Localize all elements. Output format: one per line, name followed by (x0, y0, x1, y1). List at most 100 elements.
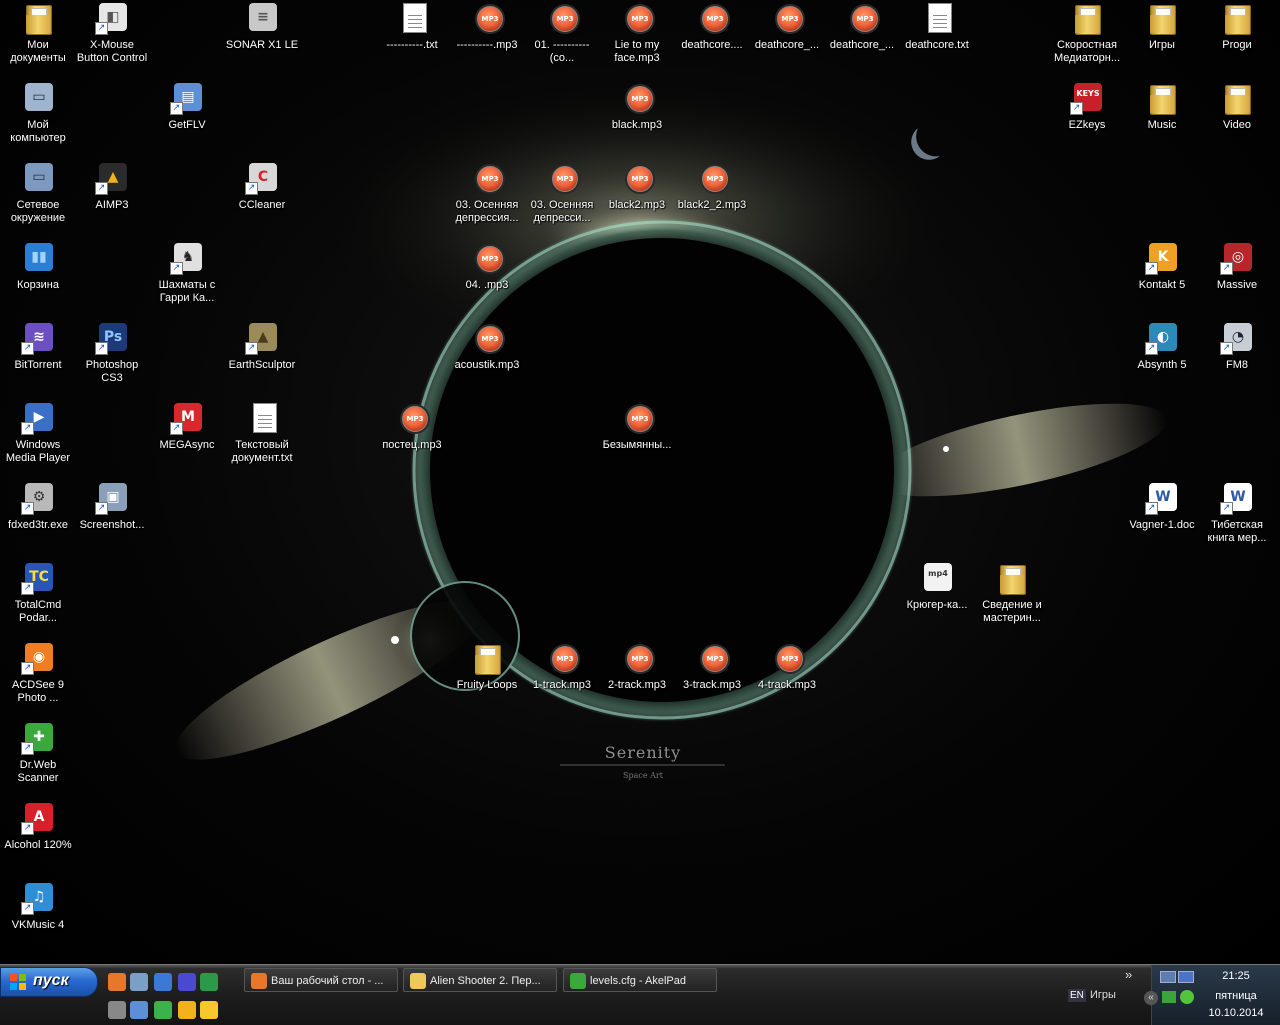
desktop-icon[interactable]: MP3 Lie to my face.mp3 (599, 0, 675, 72)
desktop-icon[interactable]: ▣ ↗ Screenshot... (74, 480, 150, 552)
desktop-icon-label: Photoshop CS3 (85, 359, 139, 384)
desktop-icon[interactable]: Video (1199, 80, 1275, 152)
desktop-icon[interactable]: ≡ SONAR X1 LE (224, 0, 300, 72)
desktop-icon[interactable]: MP3 4-track.mp3 (749, 640, 825, 712)
desktop-icon[interactable]: MP3 black2.mp3 (599, 160, 675, 232)
desktop-icon-label: Alcohol 120% (4, 839, 72, 851)
desktop-icon[interactable]: W ↗ Тибетская книга мер... (1199, 480, 1275, 552)
desktop-icon[interactable]: ◉ ↗ ACDSee 9 Photo ... (0, 640, 76, 712)
quick-launch-app-launcher-icon[interactable] (178, 973, 196, 991)
desktop-icon[interactable]: MP3 deathcore_... (824, 0, 900, 72)
windows-flag-icon (10, 974, 26, 990)
desktop-icon[interactable]: ▲ ↗ AIMP3 (74, 160, 150, 232)
desktop-icon[interactable]: MP3 deathcore.... (674, 0, 750, 72)
desktop-icon[interactable]: ◎ ↗ Massive (1199, 240, 1275, 312)
desktop-icon[interactable]: MP3 03. Осенняя депресси... (524, 160, 600, 232)
tray-antivirus-icon[interactable] (1180, 990, 1194, 1004)
desktop-icon[interactable]: ✚ ↗ Dr.Web Scanner (0, 720, 76, 792)
desktop-icon[interactable]: ♫ ↗ VKMusic 4 (0, 880, 76, 952)
quick-launch-network-tool-icon[interactable] (130, 973, 148, 991)
desktop-icon[interactable]: KEYS ↗ EZkeys (1049, 80, 1125, 152)
desktop-icon[interactable]: C ↗ CCleaner (224, 160, 300, 232)
quick-launch-switch-icon[interactable] (130, 1001, 148, 1019)
quick-launch-window-icon[interactable] (108, 1001, 126, 1019)
quick-launch-firefox-icon[interactable] (108, 973, 126, 991)
language-indicator[interactable]: EN (1068, 989, 1086, 1002)
desktop-icon-label: Absynth 5 (1137, 359, 1187, 371)
megasync-icon: M ↗ (170, 401, 204, 435)
desktop-icon[interactable]: MP3 black2_2.mp3 (674, 160, 750, 232)
desktop-icon[interactable]: MP3 04. .mp3 (449, 240, 525, 312)
desktop-icon[interactable]: Игры (1124, 0, 1200, 72)
clock-time[interactable]: 21:25 (1196, 970, 1276, 982)
desktop-icon[interactable]: ----------.txt (374, 0, 450, 72)
desktop-icon[interactable]: Progи (1199, 0, 1275, 72)
desktop-icon[interactable]: K ↗ Kontakt 5 (1124, 240, 1200, 312)
taskbar-task-button[interactable]: Alien Shooter 2. Пер... (403, 968, 557, 992)
taskbar-task-button[interactable]: Ваш рабочий стол - ... (244, 968, 398, 992)
desktop-icon[interactable]: Ps ↗ Photoshop CS3 (74, 320, 150, 392)
folder-icon (1220, 81, 1254, 115)
desktop-icon[interactable]: M ↗ MEGAsync (149, 400, 225, 472)
desktop-icon-label: 3-track.mp3 (682, 679, 742, 691)
system-tray: « 21:25 пятница 10.10.2014 (1144, 965, 1280, 1025)
tray-monitor-icon[interactable] (1178, 971, 1194, 983)
mp4-file-icon: mp4 (920, 561, 954, 595)
desktop-icon-label: Мои документы (10, 39, 66, 64)
desktop-icon[interactable]: Текстовый документ.txt (224, 400, 300, 472)
desktop-icon[interactable]: MP3 acoustik.mp3 (449, 320, 525, 392)
desktop-icon-label: ACDSee 9 Photo ... (12, 679, 64, 704)
desktop-icon[interactable]: ▶ ↗ Windows Media Player (0, 400, 76, 472)
desktop-icon[interactable]: MP3 3-track.mp3 (674, 640, 750, 712)
desktop-icon[interactable]: TC ↗ TotalCmd Podar... (0, 560, 76, 632)
desktop-icon[interactable]: MP3 постец.mp3 (374, 400, 450, 472)
desktop-icon[interactable]: Скоростная Медиаторн... (1049, 0, 1125, 72)
aimp-icon: ▲ ↗ (95, 161, 129, 195)
quick-launch-totalcmd-small-icon[interactable] (200, 973, 218, 991)
desktop-icon[interactable]: ▤ ↗ GetFLV (149, 80, 225, 152)
desktop-icon-label: deathcore_... (754, 39, 820, 51)
desktop-icon[interactable]: mp4 Крюгер-ка... (899, 560, 975, 632)
desktop-icon[interactable]: Fruity Loops (449, 640, 525, 712)
desktop-icon[interactable]: ◐ ↗ Absynth 5 (1124, 320, 1200, 392)
desktop-icon[interactable]: ▲ ↗ EarthSculptor (224, 320, 300, 392)
quick-launch-media-icon[interactable] (154, 1001, 172, 1019)
desktop-icon[interactable]: Music (1124, 80, 1200, 152)
desktop-icon[interactable]: MP3 1-track.mp3 (524, 640, 600, 712)
taskbar-task-button[interactable]: levels.cfg - AkelPad (563, 968, 717, 992)
tray-network-icon[interactable] (1160, 971, 1176, 983)
desktop-icon[interactable]: W ↗ Vagner-1.doc (1124, 480, 1200, 552)
desktop-icon[interactable]: MP3 ----------.mp3 (449, 0, 525, 72)
desktop-icon[interactable]: deathcore.txt (899, 0, 975, 72)
tray-safe-remove-icon[interactable] (1162, 991, 1176, 1003)
desktop-icon[interactable]: ◧ ↗ X-Mouse Button Control (74, 0, 150, 72)
desktop-icon[interactable]: ▭ Мой компьютер (0, 80, 76, 152)
desktop-icon[interactable]: MP3 deathcore_... (749, 0, 825, 72)
desktop-icon[interactable]: MP3 01. ----------(co... (524, 0, 600, 72)
desktop-icon[interactable]: Мои документы (0, 0, 76, 72)
tray-back-icon[interactable]: « (1144, 991, 1158, 1005)
desktop-icon[interactable]: ◔ ↗ FM8 (1199, 320, 1275, 392)
desktop-icon[interactable]: ♞ ↗ Шахматы с Гарри Ка... (149, 240, 225, 312)
desktop-icon[interactable]: Сведение и мастерин... (974, 560, 1050, 632)
toolbar-label[interactable]: Игры (1090, 989, 1116, 1001)
start-button[interactable]: пуск (0, 967, 98, 997)
desktop-icon-label: X-Mouse Button Control (76, 39, 148, 64)
desktop-icon[interactable]: ⚙ ↗ fdxed3tr.exe (0, 480, 76, 552)
mp3-file-icon: MP3 (470, 321, 505, 355)
desktop-icon[interactable]: ▮▮ Корзина (0, 240, 76, 312)
desktop-icon[interactable]: ▭ Сетевое окружение (0, 160, 76, 232)
taskbar-chevron[interactable]: » (1125, 967, 1132, 982)
desktop-icon[interactable]: MP3 03. Осенняя депрессия... (449, 160, 525, 232)
desktop-icon-label: GetFLV (168, 119, 206, 131)
desktop-icon[interactable]: ≋ ↗ BitTorrent (0, 320, 76, 392)
desktop-icon[interactable]: A ↗ Alcohol 120% (0, 800, 76, 872)
text-file-icon (245, 401, 279, 435)
quick-launch-aimp-small-icon[interactable] (178, 1001, 196, 1019)
quick-launch-fl-studio-icon[interactable] (200, 1001, 218, 1019)
quick-launch-show-desktop-icon[interactable] (154, 973, 172, 991)
desktop-icon[interactable]: MP3 Безымянны... (599, 400, 675, 472)
desktop-icon[interactable]: MP3 2-track.mp3 (599, 640, 675, 712)
desktop[interactable]: Serenity Space Art Мои документы ◧ ↗ X-Mous… (0, 0, 1280, 964)
desktop-icon[interactable]: MP3 black.mp3 (599, 80, 675, 152)
